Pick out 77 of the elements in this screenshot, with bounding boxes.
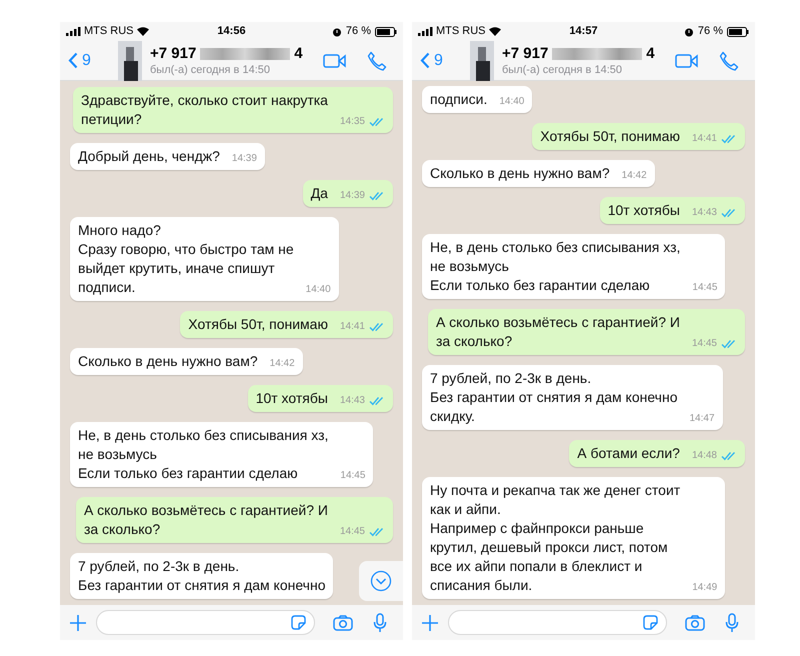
message-text: 10т хотябы [608,201,680,220]
phone-call-icon[interactable] [719,50,739,70]
camera-icon[interactable] [333,614,353,630]
carrier-label: MTS RUS [436,24,486,40]
message-time: 14:42 [270,358,295,370]
alarm-icon [332,26,342,36]
signal-icon [418,27,433,36]
plus-icon[interactable] [70,614,86,630]
message-input-field[interactable] [448,610,667,635]
microphone-icon[interactable] [373,612,387,632]
message-time: 14:41 [692,133,717,145]
status-time: 14:56 [216,24,247,40]
message-text: Здравствуйте, сколько стоит накрутка петиции? [81,91,328,129]
back-button[interactable]: 9 [68,48,112,72]
contact-number: +7 917 [150,44,196,62]
message-text: 7 рублей, по 2-3к в день. Без гарантии от снятия я дам конечно [78,557,326,595]
message-time: 14:42 [622,170,647,182]
message-text: Сколько в день нужно вам? [78,352,258,371]
back-button[interactable]: 9 [420,48,464,72]
chevron-down-circle-icon [370,570,392,592]
microphone-icon[interactable] [725,612,739,632]
message-time: 14:41 [340,321,365,333]
contact-number: +7 917 [502,44,548,62]
message-text: Да [310,184,328,203]
message-time: 14:39 [232,153,257,165]
scroll-down-button[interactable] [359,561,403,601]
battery-icon [375,26,397,36]
message-time: 14:49 [692,582,718,594]
message-time: 14:45 [692,282,718,294]
message-text: А сколько возьмётесь с гарантией? И за сколько? [84,501,328,539]
message-text: 10т хотябы [256,389,328,408]
message-time: 14:35 [340,116,365,128]
carrier-label: MTS RUS [84,24,134,40]
message-text: Много надо? Сразу говорю, что быстро там не выйдет крутить, иначе спишут подписи. [78,221,294,297]
wifi-icon [136,27,148,36]
message-text: Не, в день столько без списывания хз, не возьмусь Если только без гарантии сделаю [430,238,680,295]
message-text: Хотябы 50т, понимаю [188,315,328,334]
video-call-icon[interactable] [323,52,347,68]
camera-icon[interactable] [685,614,705,630]
message-time: 14:47 [689,413,715,425]
battery-icon [727,26,749,36]
status-time: 14:57 [568,24,599,40]
chevron-left-icon [420,52,430,69]
contact-number: 4 [646,44,655,62]
signal-icon [66,27,81,36]
message-time: 14:45 [340,526,365,538]
sticker-icon[interactable] [643,615,658,630]
message-time: 14:39 [340,190,365,202]
last-seen-text: был(-а) сегодня в 14:50 [150,62,271,76]
chevron-left-icon [68,52,78,69]
message-text: Хотябы 50т, понимаю [540,127,680,146]
message-time: 14:43 [340,395,365,407]
sticker-icon[interactable] [291,615,306,630]
message-text: А ботами если? [577,444,680,463]
battery-percent: 76 % [698,24,723,40]
battery-percent: 76 % [346,24,371,40]
video-call-icon[interactable] [675,52,699,68]
message-text: Ну почта и рекапча так же денег стоит как и айпи. Например с файнпрокси раньше крутил, дешевый прокси лист, потом все их айпи попали в блеклист и списания были. [430,481,680,595]
message-time: 14:40 [306,284,331,296]
message-text: Сколько в день нужно вам? [430,164,610,183]
message-time: 14:40 [499,96,524,108]
message-time: 14:45 [340,470,366,482]
phone-call-icon[interactable] [367,50,387,70]
message-text: А сколько возьмётесь с гарантией? И за сколько? [436,313,680,351]
message-text: Добрый день, чендж? [78,147,220,166]
alarm-icon [684,26,694,36]
wifi-icon [488,27,500,36]
message-input-field[interactable] [96,610,315,635]
message-time: 14:48 [692,450,717,462]
message-text: 7 рублей, по 2-3к в день. Без гарантии от снятия я дам конечно скидку. [430,369,678,426]
plus-icon[interactable] [422,614,438,630]
contact-number: 4 [294,44,303,62]
message-text: подписи. [430,90,488,109]
message-text: Не, в день столько без списывания хз, не возьмусь Если только без гарантии сделаю [78,426,328,483]
message-time: 14:45 [692,338,717,350]
message-time: 14:43 [692,207,717,219]
last-seen-text: был(-а) сегодня в 14:50 [502,62,623,76]
